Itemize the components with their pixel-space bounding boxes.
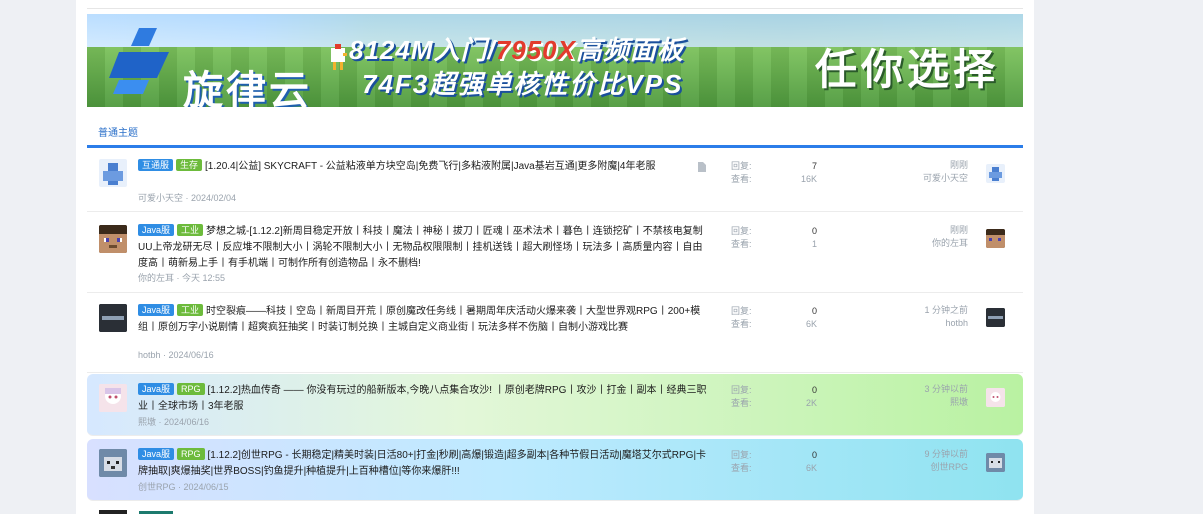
views-label: 查看: xyxy=(731,319,752,329)
tag-server-type[interactable]: Java服 xyxy=(138,383,175,395)
avatar[interactable] xyxy=(99,449,127,477)
avatar[interactable] xyxy=(99,304,127,332)
replies-count: 7 xyxy=(811,161,817,171)
thread-title[interactable]: Java服 工业 梦想之城-[1.12.2]新周目稳定开放丨科技丨魔法丨神秘丨拔刀丨… xyxy=(138,224,708,272)
thread-meta: 你的左耳 · 今天 12:55 xyxy=(138,273,226,283)
tag-category[interactable]: 工业 xyxy=(177,224,204,236)
banner-headline: 8124M入门/7950X高频面板 xyxy=(349,35,684,65)
thread-meta: hotbh · 2024/06/16 xyxy=(138,350,214,360)
views-count: 1 xyxy=(811,239,817,249)
last-reply-avatar[interactable] xyxy=(986,453,1005,472)
views-label: 查看: xyxy=(731,174,752,184)
last-reply-avatar[interactable] xyxy=(986,164,1005,183)
author-link[interactable]: hotbh xyxy=(138,350,161,360)
replies-count: 0 xyxy=(811,226,817,236)
views-count: 6K xyxy=(805,319,817,329)
last-reply-avatar[interactable] xyxy=(986,229,1005,248)
section-divider xyxy=(87,145,1023,148)
avatar[interactable] xyxy=(99,384,127,412)
author-link[interactable]: 熙墩 xyxy=(138,417,156,427)
last-reply-time[interactable]: 9 分钟以前 xyxy=(924,448,968,461)
thread-title-text[interactable]: 时空裂痕——科技丨空岛丨新周目开荒丨原创魔改任务线丨暑期周年庆活动火爆来袭丨大型… xyxy=(138,306,700,333)
divider xyxy=(87,8,1023,9)
post-date: 2024/06/15 xyxy=(183,482,229,492)
views-label: 查看: xyxy=(731,398,752,408)
last-reply-avatar[interactable] xyxy=(986,308,1005,327)
views-count: 6K xyxy=(805,463,817,473)
tag-server-type[interactable]: Java服 xyxy=(138,448,175,460)
thread-meta: 熙墩 · 2024/06/16 xyxy=(138,417,210,427)
thread-row[interactable]: Java服 工业 时空裂痕——科技丨空岛丨新周目开荒丨原创魔改任务线丨暑期周年庆活动… xyxy=(87,294,1023,373)
banner-ad[interactable]: 旋律云 8124M入门/7950X高频面板 74F3超强单核性价比VPS 任你选… xyxy=(87,14,1023,107)
last-reply-user[interactable]: 熙墩 xyxy=(950,396,968,409)
tag-category[interactable]: 工业 xyxy=(177,304,204,316)
replies-label: 回复: xyxy=(731,450,752,460)
thread-title[interactable]: Java服 RPG [1.12.2]创世RPG - 长期稳定|精美时装|日活80+|… xyxy=(138,448,708,480)
thread-meta: 可爱小天空 · 2024/02/04 xyxy=(138,193,237,203)
replies-count: 0 xyxy=(811,385,817,395)
author-link[interactable]: 可爱小天空 xyxy=(138,193,183,203)
thread-title-text[interactable]: [1.12.2]创世RPG - 长期稳定|精美时装|日活80+|打金|秒刷|高爆… xyxy=(138,450,706,477)
views-label: 查看: xyxy=(731,463,752,473)
last-reply-avatar[interactable] xyxy=(986,388,1005,407)
tag-server-type[interactable]: Java服 xyxy=(138,304,175,316)
thread-row[interactable]: Java服 RPG [1.12.2]创世RPG - 长期稳定|精美时装|日活80+|… xyxy=(87,439,1023,501)
section-title: 普通主题 xyxy=(98,128,138,139)
chicken-icon xyxy=(331,44,347,70)
views-count: 16K xyxy=(800,174,817,184)
replies-label: 回复: xyxy=(731,385,752,395)
tag-server-type[interactable]: 互通服 xyxy=(138,159,174,171)
thread-title-text[interactable]: 梦想之城-[1.12.2]新周目稳定开放丨科技丨魔法丨神秘丨拔刀丨匠魂丨巫术法术… xyxy=(138,226,703,269)
thread-row-partial[interactable] xyxy=(99,510,127,514)
thread-title[interactable]: Java服 RPG [1.12.2]热血传奇 —— 你没有玩过的船新版本,今晚八点集… xyxy=(138,383,708,415)
banner-subheadline: 74F3超强单核性价比VPS xyxy=(362,69,684,99)
last-reply-user[interactable]: hotbh xyxy=(945,317,968,330)
brand-logo-icon xyxy=(109,28,169,94)
thread-title[interactable]: 互通服 生存 [1.20.4|公益] SKYCRAFT - 公益粘液单方块空岛|免费… xyxy=(138,159,708,175)
last-reply-time[interactable]: 1 分钟之前 xyxy=(924,304,968,317)
author-link[interactable]: 创世RPG xyxy=(138,482,176,492)
avatar[interactable] xyxy=(99,225,127,253)
replies-count: 0 xyxy=(811,306,817,316)
last-reply-user[interactable]: 创世RPG xyxy=(930,461,968,474)
last-reply-time[interactable]: 3 分钟以前 xyxy=(924,383,968,396)
tag-category[interactable]: 生存 xyxy=(176,159,203,171)
attachment-icon xyxy=(698,162,706,172)
thread-row[interactable]: 互通服 生存 [1.20.4|公益] SKYCRAFT - 公益粘液单方块空岛|免费… xyxy=(87,149,1023,212)
post-date: 2024/02/04 xyxy=(191,193,237,203)
views-count: 2K xyxy=(805,398,817,408)
post-date: 今天 12:55 xyxy=(182,273,226,283)
banner-slogan: 任你选择 xyxy=(815,46,1000,93)
tag-category[interactable]: RPG xyxy=(177,383,205,395)
last-reply-user[interactable]: 你的左耳 xyxy=(932,237,968,250)
avatar[interactable] xyxy=(99,159,127,187)
thread-title-text[interactable]: [1.20.4|公益] SKYCRAFT - 公益粘液单方块空岛|免费飞行|多粘… xyxy=(205,161,655,172)
author-link[interactable]: 你的左耳 xyxy=(138,273,174,283)
replies-count: 0 xyxy=(811,450,817,460)
post-date: 2024/06/16 xyxy=(168,350,214,360)
replies-label: 回复: xyxy=(731,306,752,316)
last-reply-user[interactable]: 可爱小天空 xyxy=(923,172,968,185)
thread-row[interactable]: Java服 工业 梦想之城-[1.12.2]新周目稳定开放丨科技丨魔法丨神秘丨拔刀丨… xyxy=(87,213,1023,293)
tag-category[interactable]: RPG xyxy=(177,448,205,460)
thread-meta: 创世RPG · 2024/06/15 xyxy=(138,482,229,492)
thread-row[interactable]: Java服 RPG [1.12.2]热血传奇 —— 你没有玩过的船新版本,今晚八点集… xyxy=(87,374,1023,436)
replies-label: 回复: xyxy=(731,161,752,171)
replies-label: 回复: xyxy=(731,226,752,236)
brand-logo-text: 旋律云 xyxy=(183,68,312,107)
post-date: 2024/06/16 xyxy=(164,417,210,427)
thread-title-text[interactable]: [1.12.2]热血传奇 —— 你没有玩过的船新版本,今晚八点集合攻沙! 丨原创… xyxy=(138,385,706,412)
last-reply-time[interactable]: 刚刚 xyxy=(950,224,968,237)
thread-title[interactable]: Java服 工业 时空裂痕——科技丨空岛丨新周目开荒丨原创魔改任务线丨暑期周年庆活动… xyxy=(138,304,708,336)
last-reply-time[interactable]: 刚刚 xyxy=(950,159,968,172)
tag-server-type[interactable]: Java服 xyxy=(138,224,175,236)
views-label: 查看: xyxy=(731,239,752,249)
